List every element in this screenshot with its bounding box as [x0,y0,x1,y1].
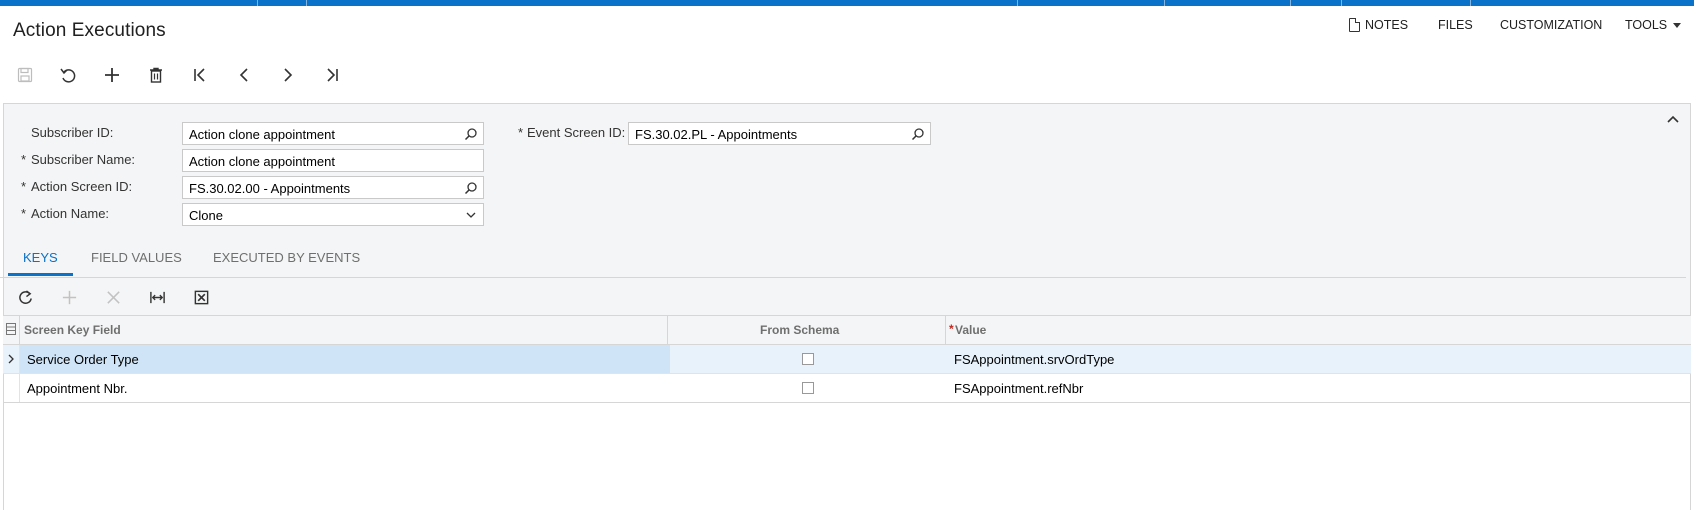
first-record-button[interactable] [187,62,213,88]
customization-label: CUSTOMIZATION [1500,18,1603,32]
top-nav-separator [1017,0,1018,6]
value-cell[interactable]: FSAppointment.srvOrdType [954,352,1114,367]
add-icon [62,290,76,304]
grid-header: Screen Key Field From Schema * Value [3,315,1691,345]
previous-icon [239,68,248,82]
screen-key-field-cell[interactable]: Appointment Nbr. [27,381,127,396]
chevron-down-icon [1673,22,1682,28]
previous-record-button[interactable] [231,62,257,88]
tabs-divider [0,277,1686,278]
subscriber-name-label: Subscriber Name: [31,152,136,167]
column-header-value[interactable]: Value [955,316,986,344]
files-label: FILES [1438,18,1473,32]
undo-button[interactable] [55,62,81,88]
refresh-button[interactable] [12,284,38,310]
excel-icon [194,290,208,304]
required-marker: * [21,206,27,221]
screen-key-field-cell[interactable]: Service Order Type [27,352,139,367]
table-row[interactable]: Service Order Type FSAppointment.srvOrdT… [3,345,1691,374]
next-icon [284,68,293,82]
search-icon[interactable] [464,127,478,141]
next-record-button[interactable] [275,62,301,88]
top-nav-separator [1470,0,1471,6]
last-icon [327,68,338,82]
tab-field-values[interactable]: FIELD VALUES [91,250,182,273]
files-link[interactable]: FILES [1438,18,1473,32]
search-icon[interactable] [464,181,478,195]
required-marker: * [949,322,954,336]
tab-executed-by-events[interactable]: EXECUTED BY EVENTS [213,250,360,273]
delete-row-button[interactable] [100,284,126,310]
subscriber-name-field[interactable]: Action clone appointment [182,149,484,172]
subscriber-id-field[interactable]: Action clone appointment [182,122,484,145]
required-marker: * [518,125,524,140]
top-nav-separator [1341,0,1342,6]
action-name-label: Action Name: [31,206,110,221]
column-header-from-schema[interactable]: From Schema [760,316,839,344]
event-screen-id-label: Event Screen ID: [527,125,626,140]
tab-keys[interactable]: KEYS [8,250,73,276]
required-marker: * [21,152,27,167]
action-screen-id-value: FS.30.02.00 - Appointments [189,181,351,196]
subscriber-name-value: Action clone appointment [189,154,335,169]
top-nav-separator [306,0,307,6]
chevron-up-icon[interactable] [1666,112,1680,126]
action-screen-id-label: Action Screen ID: [31,179,133,194]
close-icon [106,290,120,304]
notes-link[interactable]: NOTES [1349,18,1408,32]
top-nav-separator [1290,0,1291,6]
row-selector-divider [19,345,20,403]
page-title: Action Executions [13,20,166,41]
fit-width-icon [149,291,165,303]
add-row-button[interactable] [56,284,82,310]
grid-divider [3,402,1691,403]
tools-menu[interactable]: TOOLS [1625,18,1682,32]
subscriber-id-label: Subscriber ID: [31,125,114,140]
save-icon [17,67,33,83]
top-nav-separator [257,0,258,6]
chevron-right-icon [8,354,14,364]
action-name-select[interactable]: Clone [182,203,484,226]
notes-label: NOTES [1365,18,1409,32]
add-button[interactable] [99,62,125,88]
delete-button[interactable] [143,62,169,88]
event-screen-id-value: FS.30.02.PL - Appointments [635,127,798,142]
column-separator [945,316,946,344]
from-schema-checkbox[interactable] [802,382,814,394]
refresh-icon [18,289,32,304]
column-settings-icon[interactable] [6,323,16,335]
column-header-screen-key-field[interactable]: Screen Key Field [24,316,121,344]
fit-columns-button[interactable] [144,284,170,310]
first-icon [194,68,205,82]
last-record-button[interactable] [319,62,345,88]
column-separator [19,316,20,344]
table-row[interactable]: Appointment Nbr. FSAppointment.refNbr [3,374,1691,403]
from-schema-checkbox[interactable] [802,353,814,365]
required-marker: * [21,179,27,194]
add-icon [105,68,119,82]
action-name-value: Clone [189,208,223,223]
action-screen-id-field[interactable]: FS.30.02.00 - Appointments [182,176,484,199]
value-cell[interactable]: FSAppointment.refNbr [954,381,1083,396]
export-excel-button[interactable] [188,284,214,310]
save-button[interactable] [12,62,38,88]
search-icon[interactable] [911,127,925,141]
subscriber-id-value: Action clone appointment [189,127,335,142]
tools-label: TOOLS [1625,18,1668,32]
column-separator [667,316,668,344]
top-nav-separator [1164,0,1165,6]
event-screen-id-field[interactable]: FS.30.02.PL - Appointments [628,122,931,145]
chevron-down-icon[interactable] [464,208,478,222]
notes-icon [1349,18,1360,32]
grid-body: Service Order Type FSAppointment.srvOrdT… [3,345,1691,510]
customization-link[interactable]: CUSTOMIZATION [1500,18,1602,32]
top-nav-bar [0,0,1694,6]
undo-icon [60,68,76,83]
delete-icon [150,67,162,83]
